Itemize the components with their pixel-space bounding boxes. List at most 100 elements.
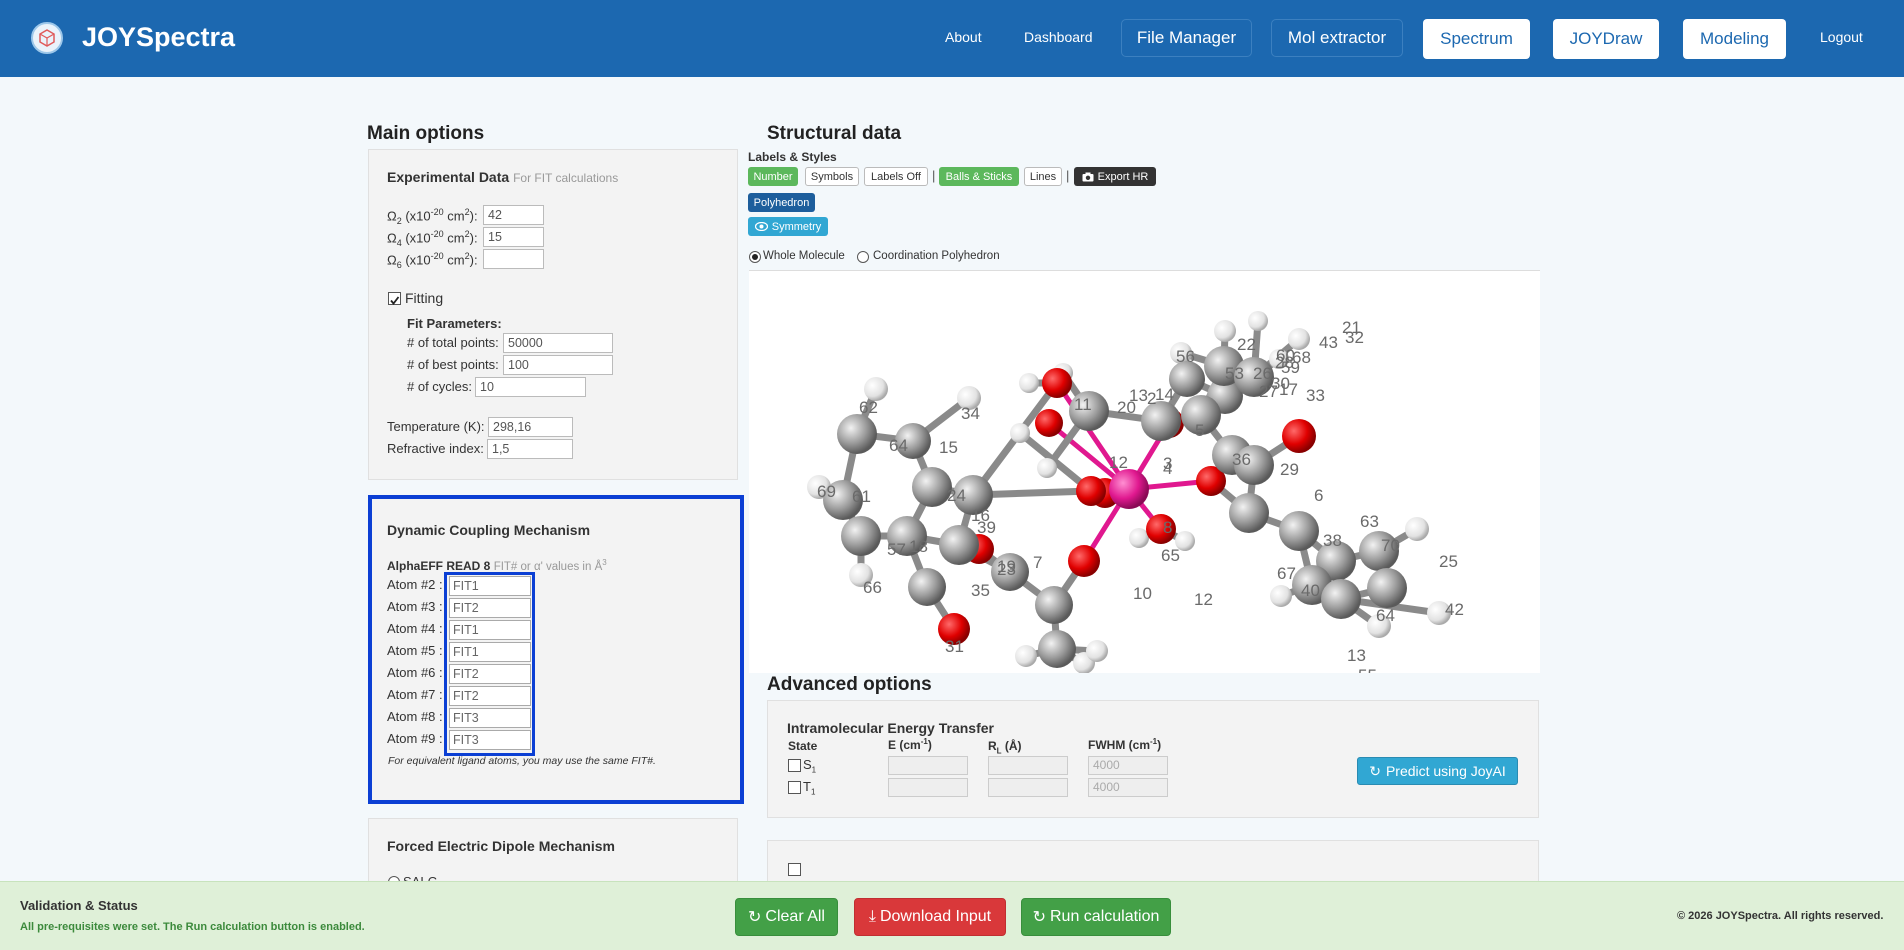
atom-number-label: 32 (1345, 328, 1364, 347)
total-points-input[interactable]: 50000 (503, 333, 613, 353)
t1-energy-input[interactable] (888, 778, 968, 797)
fitting-checkbox[interactable] (388, 292, 401, 305)
omega4-input[interactable]: 15 (483, 227, 544, 247)
hydrogen-atom[interactable] (1214, 320, 1236, 342)
run-calculation-button[interactable]: ↻ Run calculation (1021, 898, 1171, 936)
atom-label: Atom #4 : (387, 621, 443, 636)
export-hr-button[interactable]: Export HR (1074, 167, 1156, 186)
oxygen-atom[interactable] (1076, 476, 1106, 506)
polyhedron-button[interactable]: Polyhedron (748, 193, 815, 212)
nav-about-link[interactable]: About (945, 29, 982, 45)
omega2-input[interactable]: 42 (483, 205, 544, 225)
carbon-atom[interactable] (841, 516, 881, 556)
s1-rl-input[interactable] (988, 756, 1068, 775)
alpha-eff-label: AlphaEFF READ 8 FIT# or α' values in Å3 (387, 558, 607, 573)
atom-fit-input[interactable]: FIT1 (449, 576, 531, 596)
t1-rl-input[interactable] (988, 778, 1068, 797)
predict-joyai-button[interactable]: ↻ Predict using JoyAI (1357, 757, 1518, 785)
labels-off-button[interactable]: Labels Off (864, 167, 928, 186)
nav-spectrum-button[interactable]: Spectrum (1423, 19, 1530, 59)
clear-all-button[interactable]: ↻ Clear All (735, 898, 838, 936)
dynamic-coupling-heading: Dynamic Coupling Mechanism (387, 522, 591, 538)
download-input-button[interactable]: ⤓ Download Input (854, 898, 1006, 936)
oxygen-atom[interactable] (1035, 409, 1063, 437)
fitting-label: Fitting (405, 290, 444, 306)
atom-label: Atom #3 : (387, 599, 443, 614)
nav-joydraw-button[interactable]: JOYDraw (1553, 19, 1659, 59)
cycles-input[interactable]: 10 (475, 377, 586, 397)
oxygen-atom[interactable] (1068, 545, 1100, 577)
carbon-atom[interactable] (1367, 568, 1407, 608)
carbon-atom[interactable] (912, 467, 952, 507)
omega6-input[interactable] (483, 249, 544, 269)
balls-sticks-button[interactable]: Balls & Sticks (939, 167, 1019, 186)
atom-number-label: 61 (852, 487, 871, 506)
hydrogen-atom[interactable] (1270, 585, 1292, 607)
hydrogen-atom[interactable] (1405, 517, 1429, 541)
hydrogen-atom[interactable] (1010, 423, 1030, 443)
europium-atom[interactable] (1109, 469, 1149, 509)
atom-number-label: 31 (945, 637, 964, 656)
carbon-atom[interactable] (1038, 630, 1076, 668)
hydrogen-atom[interactable] (1037, 458, 1057, 478)
atom-fit-input[interactable]: FIT1 (449, 620, 531, 640)
number-button[interactable]: Number (748, 167, 798, 186)
atom-number-label: 53 (1225, 364, 1244, 383)
lines-button[interactable]: Lines (1024, 167, 1062, 186)
t1-fwhm-input[interactable]: 4000 (1088, 778, 1168, 797)
best-points-input[interactable]: 100 (503, 355, 613, 375)
symmetry-button[interactable]: Symmetry (748, 217, 828, 236)
atom-label: Atom #9 : (387, 731, 443, 746)
carbon-atom[interactable] (1321, 579, 1361, 619)
atom-fit-input[interactable]: FIT2 (449, 664, 531, 684)
oxygen-atom[interactable] (1282, 419, 1316, 453)
temperature-input[interactable]: 298,16 (488, 417, 573, 437)
coordination-polyhedron-radio[interactable] (857, 251, 869, 263)
carbon-atom[interactable] (939, 525, 979, 565)
refractive-index-input[interactable]: 1,5 (487, 439, 573, 459)
atom-fit-input[interactable]: FIT1 (449, 642, 531, 662)
hydrogen-atom[interactable] (1129, 528, 1149, 548)
intramolecular-transfer-heading: Intramolecular Energy Transfer (787, 720, 994, 736)
cube-logo-icon[interactable] (31, 22, 63, 54)
symbols-button[interactable]: Symbols (805, 167, 859, 186)
atom-number-label: 63 (1360, 512, 1379, 531)
whole-molecule-radio[interactable] (749, 251, 761, 263)
atom-fit-input[interactable]: FIT3 (449, 708, 531, 728)
atom-number-label: 57 (887, 540, 906, 559)
molecule-viewer[interactable]: 62 34 64 15 69 61 24 16 39 57 18 66 23 7 19 35 31 11 20 13 2… (749, 270, 1540, 673)
atom-fit-input[interactable]: FIT3 (449, 730, 531, 750)
nav-logout-link[interactable]: Logout (1820, 29, 1863, 45)
carbon-atom[interactable] (1169, 361, 1205, 397)
brand-name[interactable]: JOYSpectra (82, 22, 235, 53)
atom-number-label: 59 (1281, 358, 1300, 377)
oxygen-atom[interactable] (1042, 368, 1072, 398)
experimental-data-hint: For FIT calculations (513, 171, 619, 185)
hydrogen-atom[interactable] (1019, 373, 1039, 393)
hydrogen-atom[interactable] (1086, 640, 1108, 662)
atom-fit-input[interactable]: FIT2 (449, 686, 531, 706)
atom-number-label: 12 (1109, 453, 1128, 472)
hydrogen-atom[interactable] (1248, 311, 1268, 331)
atom-number-label: 22 (1237, 335, 1256, 354)
additional-option-checkbox[interactable] (788, 863, 801, 876)
s1-checkbox[interactable] (788, 759, 801, 772)
omega4-label: Ω4 (x10-20 cm2): (387, 229, 478, 248)
atom-label: Atom #8 : (387, 709, 443, 724)
nav-dashboard-link[interactable]: Dashboard (1024, 29, 1093, 45)
carbon-atom[interactable] (1035, 586, 1073, 624)
t1-checkbox[interactable] (788, 781, 801, 794)
carbon-atom[interactable] (1279, 511, 1319, 551)
download-icon: ⤓ (868, 908, 876, 925)
s1-fwhm-input[interactable]: 4000 (1088, 756, 1168, 775)
atom-fit-input[interactable]: FIT2 (449, 598, 531, 618)
molecule-canvas[interactable]: 62 3464 1569 61 24163957 186623 719353111 2013 2… (749, 271, 1540, 673)
carbon-atom[interactable] (908, 568, 946, 606)
nav-modeling-button[interactable]: Modeling (1683, 19, 1786, 59)
s1-energy-input[interactable] (888, 756, 968, 775)
carbon-atom[interactable] (837, 414, 877, 454)
carbon-atom[interactable] (1229, 493, 1269, 533)
hydrogen-atom[interactable] (1015, 645, 1037, 667)
nav-mol-extractor-button[interactable]: Mol extractor (1271, 19, 1403, 57)
nav-file-manager-button[interactable]: File Manager (1121, 19, 1252, 57)
